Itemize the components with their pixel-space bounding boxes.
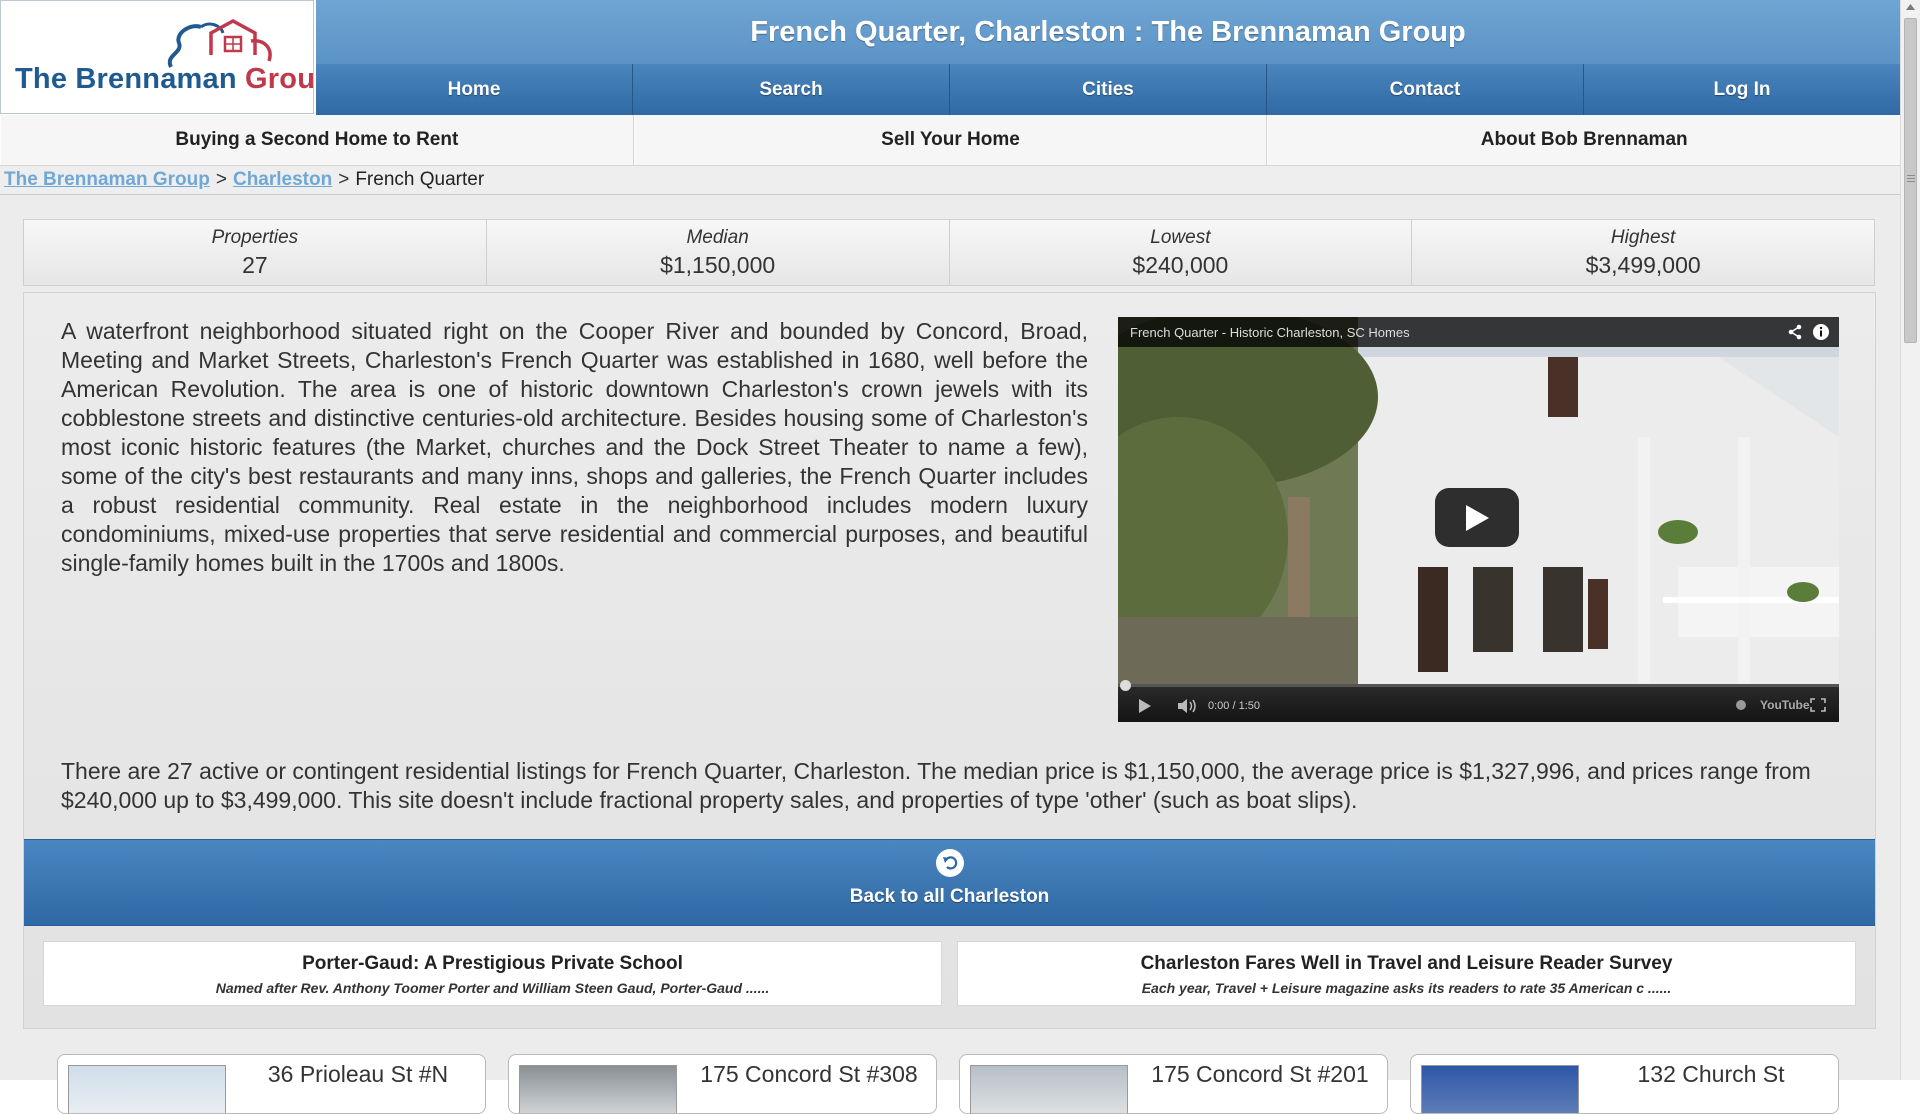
stat-value: $240,000 bbox=[1132, 251, 1229, 278]
nav-login[interactable]: Log In bbox=[1584, 64, 1900, 115]
secondary-nav: Buying a Second Home to Rent Sell Your H… bbox=[0, 115, 1900, 166]
video-time: 0:00 / 1:50 bbox=[1208, 700, 1260, 712]
listing-photo bbox=[519, 1065, 677, 1113]
listing-address: 175 Concord St #201 bbox=[1151, 1061, 1369, 1087]
blog-title: Porter-Gaud: A Prestigious Private Schoo… bbox=[302, 953, 683, 974]
stat-value: $3,499,000 bbox=[1585, 251, 1701, 278]
stats-bar: Properties 27 Median $1,150,000 Lowest $… bbox=[23, 219, 1875, 286]
video-progress-bar[interactable] bbox=[1118, 684, 1839, 687]
listings-summary: There are 27 active or contingent reside… bbox=[61, 758, 1811, 813]
youtube-logo[interactable]: YouTube bbox=[1760, 698, 1810, 712]
blog-card-travel-leisure[interactable]: Charleston Fares Well in Travel and Leis… bbox=[957, 941, 1856, 1006]
scroll-up-icon[interactable] bbox=[1906, 4, 1915, 10]
scrollbar-thumb[interactable] bbox=[1904, 18, 1917, 343]
listing-card[interactable]: 132 Church St bbox=[1410, 1054, 1839, 1114]
stat-value: $1,150,000 bbox=[660, 251, 776, 278]
video-title: French Quarter - Historic Charleston, SC… bbox=[1118, 317, 1839, 347]
logo-wordmark: The Brennaman Group bbox=[15, 63, 333, 96]
subnav-second-home[interactable]: Buying a Second Home to Rent bbox=[0, 115, 634, 165]
listing-card[interactable]: 175 Concord St #201 bbox=[959, 1054, 1388, 1114]
listing-address: 132 Church St bbox=[1637, 1061, 1785, 1087]
video-scrubber[interactable] bbox=[1120, 680, 1131, 691]
breadcrumb: The Brennaman Group > Charleston > Frenc… bbox=[0, 166, 1900, 195]
nav-cities[interactable]: Cities bbox=[950, 64, 1267, 115]
listing-card[interactable]: 36 Prioleau St #N bbox=[57, 1054, 486, 1114]
nav-contact[interactable]: Contact bbox=[1267, 64, 1584, 115]
stat-lowest: Lowest $240,000 bbox=[950, 220, 1413, 285]
stat-median: Median $1,150,000 bbox=[487, 220, 950, 285]
main-nav: Home Search Cities Contact Log In bbox=[316, 64, 1900, 115]
control-play-icon[interactable] bbox=[1138, 699, 1152, 713]
video-play-button[interactable] bbox=[1435, 488, 1519, 547]
listing-address: 175 Concord St #308 bbox=[700, 1061, 918, 1087]
scrollbar-grip bbox=[1907, 175, 1915, 184]
stat-label: Median bbox=[686, 226, 749, 248]
page-scrollbar[interactable] bbox=[1900, 0, 1920, 1080]
video-player[interactable]: French Quarter - Historic Charleston, SC… bbox=[1118, 317, 1839, 722]
play-icon bbox=[1466, 504, 1489, 531]
back-to-charleston-button[interactable]: Back to all Charleston bbox=[24, 839, 1875, 926]
stat-label: Highest bbox=[1610, 226, 1676, 248]
breadcrumb-link-charleston[interactable]: Charleston bbox=[233, 169, 332, 191]
blog-excerpt: Named after Rev. Anthony Toomer Porter a… bbox=[215, 980, 770, 996]
nav-search[interactable]: Search bbox=[633, 64, 950, 115]
listing-photo bbox=[970, 1065, 1128, 1113]
breadcrumb-separator: > bbox=[215, 169, 227, 190]
stat-highest: Highest $3,499,000 bbox=[1412, 220, 1874, 285]
subnav-sell-home[interactable]: Sell Your Home bbox=[633, 115, 1268, 165]
stat-label: Properties bbox=[211, 226, 299, 248]
site-logo[interactable]: The Brennaman Group bbox=[0, 0, 333, 114]
site-header: The Brennaman Group French Quarter, Char… bbox=[0, 0, 1900, 115]
listing-photo bbox=[68, 1065, 226, 1113]
volume-icon[interactable] bbox=[1178, 699, 1200, 713]
main-content: Properties 27 Median $1,150,000 Lowest $… bbox=[0, 195, 1900, 1114]
stat-label: Lowest bbox=[1150, 226, 1211, 248]
stat-value: 27 bbox=[242, 251, 268, 278]
logo-part1: The Brennaman bbox=[15, 63, 237, 95]
subnav-about[interactable]: About Bob Brennaman bbox=[1267, 115, 1900, 165]
share-icon[interactable] bbox=[1787, 324, 1803, 340]
blog-title: Charleston Fares Well in Travel and Leis… bbox=[1140, 953, 1673, 974]
info-icon[interactable] bbox=[1812, 323, 1830, 341]
fullscreen-icon[interactable] bbox=[1810, 698, 1826, 712]
listing-address: 36 Prioleau St #N bbox=[267, 1061, 449, 1087]
breadcrumb-separator: > bbox=[338, 169, 350, 190]
blog-excerpt: Each year, Travel + Leisure magazine ask… bbox=[1141, 980, 1672, 996]
neighborhood-panel: A waterfront neighborhood situated right… bbox=[23, 292, 1876, 1029]
nav-home[interactable]: Home bbox=[316, 64, 633, 115]
breadcrumb-current: French Quarter bbox=[355, 169, 485, 190]
blog-card-porter-gaud[interactable]: Porter-Gaud: A Prestigious Private Schoo… bbox=[43, 941, 942, 1006]
settings-icon[interactable] bbox=[1735, 699, 1747, 711]
breadcrumb-link-home[interactable]: The Brennaman Group bbox=[4, 169, 210, 191]
listing-photo bbox=[1421, 1065, 1579, 1113]
neighborhood-description: A waterfront neighborhood situated right… bbox=[61, 318, 1088, 576]
listing-card[interactable]: 175 Concord St #308 bbox=[508, 1054, 937, 1114]
page-title: French Quarter, Charleston : The Brennam… bbox=[316, 0, 1900, 64]
stat-properties: Properties 27 bbox=[24, 220, 487, 285]
back-button-label: Back to all Charleston bbox=[849, 886, 1050, 907]
back-arrow-icon bbox=[936, 849, 964, 877]
video-controls: 0:00 / 1:50 YouTube bbox=[1118, 680, 1839, 722]
